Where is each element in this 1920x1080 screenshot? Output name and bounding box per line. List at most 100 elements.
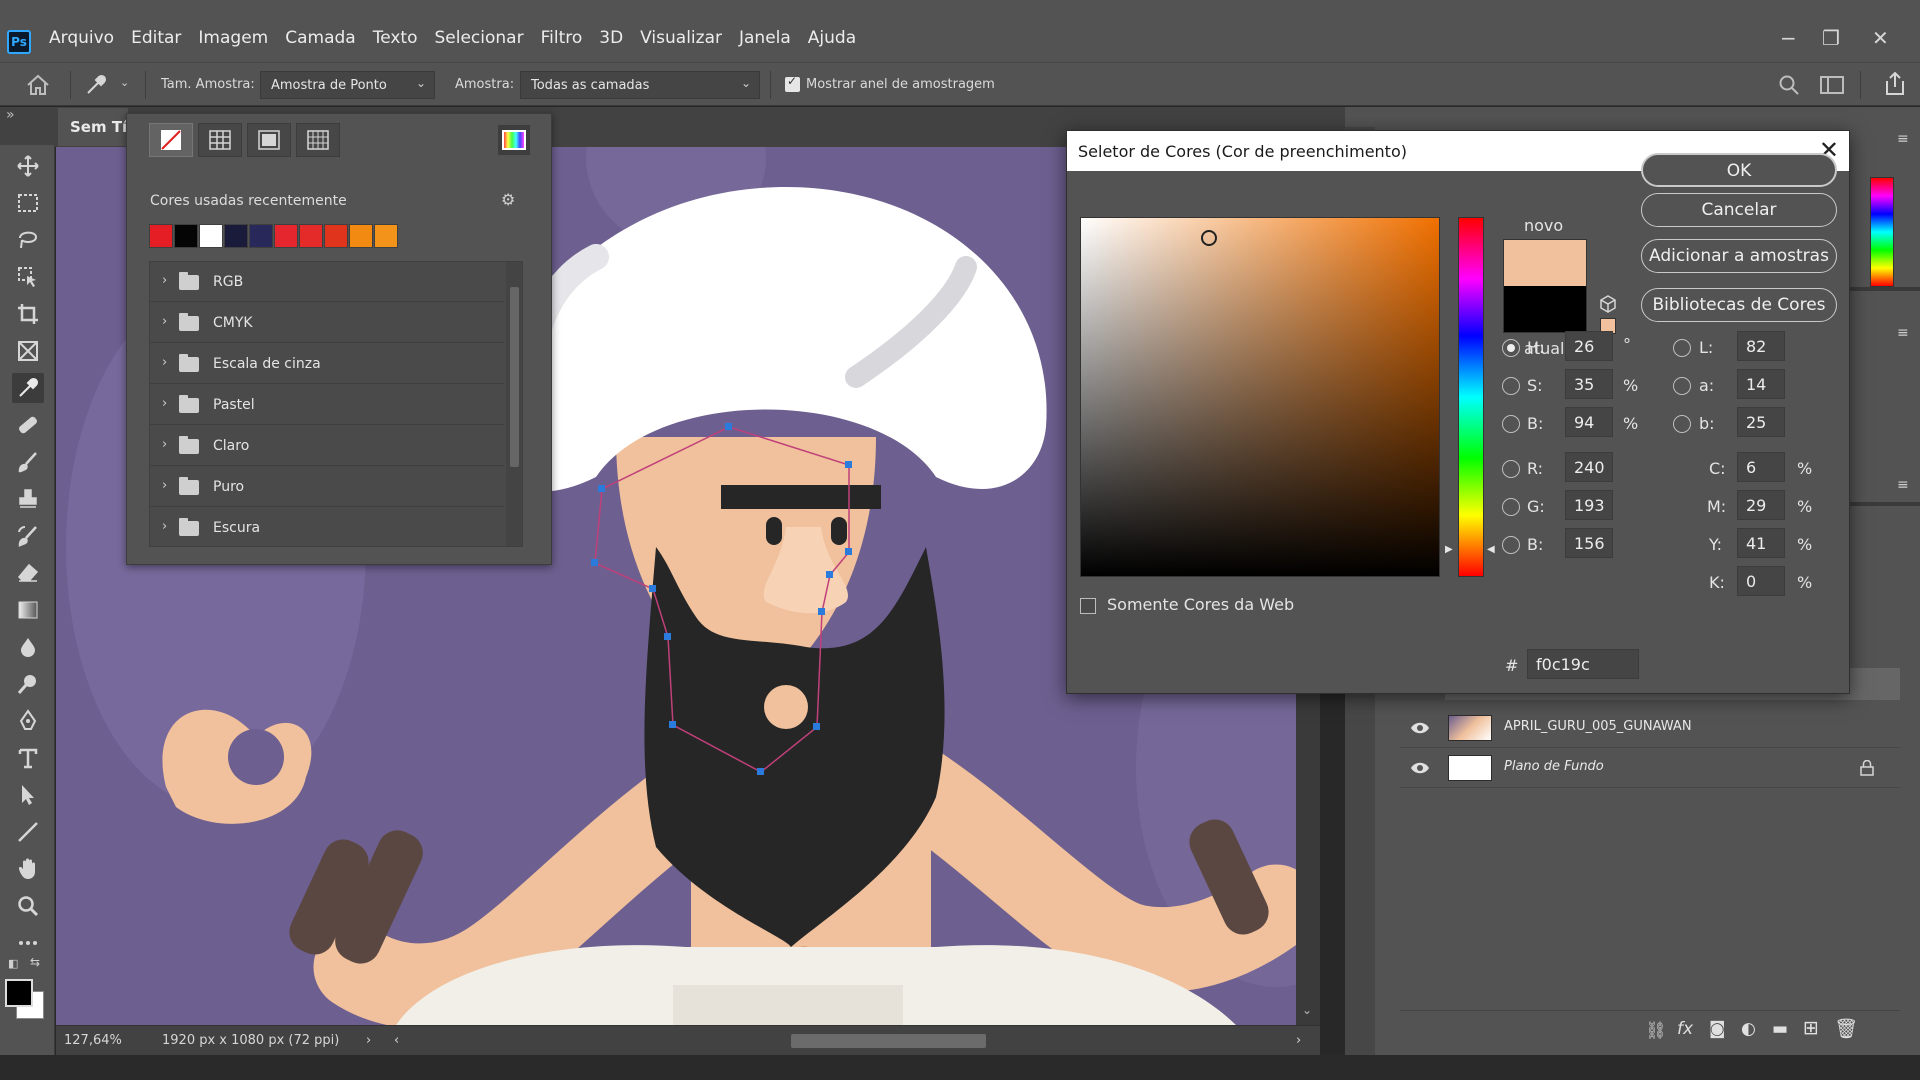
web-only-checkbox[interactable] (1080, 598, 1096, 614)
close-window-icon[interactable]: ✕ (1872, 26, 1889, 50)
eyedropper-tool-icon[interactable] (84, 73, 108, 97)
trash-icon[interactable]: 🗑 (1834, 1017, 1858, 1040)
gear-icon[interactable]: ⚙ (501, 190, 515, 209)
input-blue[interactable]: 156 (1565, 528, 1613, 558)
eyedropper-tool[interactable] (12, 373, 44, 403)
horizontal-scroll-thumb[interactable] (791, 1034, 986, 1048)
current-color-swatch[interactable] (1503, 286, 1587, 333)
gradient-view-tab[interactable] (247, 123, 291, 157)
zoom-tool[interactable] (12, 891, 44, 921)
recent-color-swatch[interactable] (299, 224, 323, 248)
radio-a[interactable] (1673, 377, 1691, 395)
hue-arrow-right-icon[interactable]: ◀ (1487, 544, 1495, 555)
swatch-group-cmyk[interactable]: › CMYK (150, 303, 504, 343)
sample-select[interactable]: Todas as camadas ⌄ (520, 71, 760, 99)
grid-view-tab[interactable] (198, 123, 242, 157)
cube-icon[interactable] (1599, 295, 1617, 313)
recent-color-swatch[interactable] (149, 224, 173, 248)
color-cursor[interactable] (1201, 230, 1217, 246)
add-to-swatches-button[interactable]: Adicionar a amostras (1641, 239, 1837, 273)
radio-r[interactable] (1502, 460, 1520, 478)
input-r[interactable]: 240 (1565, 452, 1613, 482)
new-layer-icon[interactable]: ⊞ (1803, 1017, 1819, 1039)
recent-color-swatch[interactable] (324, 224, 348, 248)
object-select-tool[interactable] (12, 262, 44, 292)
scroll-right-icon[interactable]: › (1296, 1033, 1301, 1048)
stamp-tool[interactable] (12, 484, 44, 514)
type-tool[interactable] (12, 743, 44, 773)
swatch-group-light[interactable]: › Claro (150, 426, 504, 466)
radio-blue[interactable] (1502, 536, 1520, 554)
swatch-group-rgb[interactable]: › RGB (150, 262, 504, 302)
pen-tool[interactable] (12, 706, 44, 736)
frame-tool[interactable] (12, 336, 44, 366)
fx-icon[interactable]: fx (1677, 1019, 1693, 1039)
scroll-down-icon[interactable]: ⌄ (1302, 1003, 1312, 1017)
radio-s[interactable] (1502, 377, 1520, 395)
swatch-group-pastel[interactable]: › Pastel (150, 385, 504, 425)
pattern-view-tab[interactable] (296, 123, 340, 157)
recent-color-swatch[interactable] (274, 224, 298, 248)
lasso-tool[interactable] (12, 225, 44, 255)
swatch-group-grayscale[interactable]: › Escala de cinza (150, 344, 504, 384)
eraser-tool[interactable] (12, 558, 44, 588)
input-l[interactable]: 82 (1737, 331, 1785, 361)
cancel-button[interactable]: Cancelar (1641, 193, 1837, 227)
radio-brightness[interactable] (1502, 415, 1520, 433)
no-color-tab[interactable] (149, 123, 193, 157)
saturation-brightness-field[interactable] (1080, 217, 1440, 577)
brush-tool[interactable] (12, 447, 44, 477)
list-scrollbar[interactable] (506, 262, 522, 546)
recent-color-swatch[interactable] (224, 224, 248, 248)
hand-tool[interactable] (12, 854, 44, 884)
group-folder-icon[interactable]: ▬ (1772, 1019, 1788, 1039)
link-icon[interactable]: ⛓ (1645, 1021, 1667, 1041)
input-a[interactable]: 14 (1737, 369, 1785, 399)
path-select-tool[interactable] (12, 780, 44, 810)
status-menu-arrow-icon[interactable]: › (366, 1033, 371, 1048)
recent-color-swatch[interactable] (199, 224, 223, 248)
input-k[interactable]: 0 (1737, 566, 1785, 596)
swatch-group-dark[interactable]: › Escura (150, 508, 504, 546)
radio-l[interactable] (1673, 339, 1691, 357)
mask-icon[interactable]: ◙ (1709, 1019, 1726, 1039)
swap-colors-icon[interactable]: ⇆ (30, 955, 40, 969)
input-s[interactable]: 35 (1565, 369, 1613, 399)
menu-texto[interactable]: Texto (373, 28, 418, 48)
hue-arrow-left-icon[interactable]: ▶ (1445, 544, 1453, 555)
dodge-tool[interactable] (12, 669, 44, 699)
gradient-tool[interactable] (12, 595, 44, 625)
color-libraries-button[interactable]: Bibliotecas de Cores (1641, 288, 1837, 322)
document-tab[interactable]: Sem Título (58, 108, 128, 146)
swatch-group-pure[interactable]: › Puro (150, 467, 504, 507)
radio-lab-b[interactable] (1673, 415, 1691, 433)
minimize-icon[interactable]: − (1780, 26, 1797, 50)
recent-color-swatch[interactable] (374, 224, 398, 248)
history-brush-tool[interactable] (12, 521, 44, 551)
marquee-tool[interactable] (12, 188, 44, 218)
restore-icon[interactable]: ❐ (1822, 26, 1840, 50)
tool-preset-chevron-icon[interactable]: ⌄ (120, 76, 129, 89)
menu-ajuda[interactable]: Ajuda (808, 28, 856, 48)
menu-camada[interactable]: Camada (285, 28, 355, 48)
adjustment-icon[interactable]: ◐ (1741, 1019, 1756, 1039)
layer-row[interactable]: APRIL_GURU_005_GUNAWAN (1400, 708, 1900, 748)
list-scroll-thumb[interactable] (510, 287, 519, 467)
color-panel-spectrum[interactable] (1870, 177, 1894, 287)
input-y[interactable]: 41 (1737, 528, 1785, 558)
recent-color-swatch[interactable] (249, 224, 273, 248)
input-m[interactable]: 29 (1737, 490, 1785, 520)
menu-visualizar[interactable]: Visualizar (640, 28, 722, 48)
home-icon[interactable] (26, 74, 50, 96)
panel-menu-icon[interactable]: ≡ (1897, 477, 1909, 493)
menu-3d[interactable]: 3D (599, 28, 623, 48)
zoom-level[interactable]: 127,64% (64, 1033, 122, 1048)
recent-color-swatch[interactable] (349, 224, 373, 248)
radio-g[interactable] (1502, 498, 1520, 516)
hue-slider[interactable] (1458, 217, 1484, 577)
move-tool[interactable] (12, 151, 44, 181)
hex-input[interactable]: f0c19c (1527, 649, 1639, 679)
panel-menu-icon[interactable]: ≡ (1897, 325, 1909, 341)
expand-toolbar-icon[interactable]: » (6, 107, 15, 123)
foreground-color-swatch[interactable] (5, 979, 33, 1007)
